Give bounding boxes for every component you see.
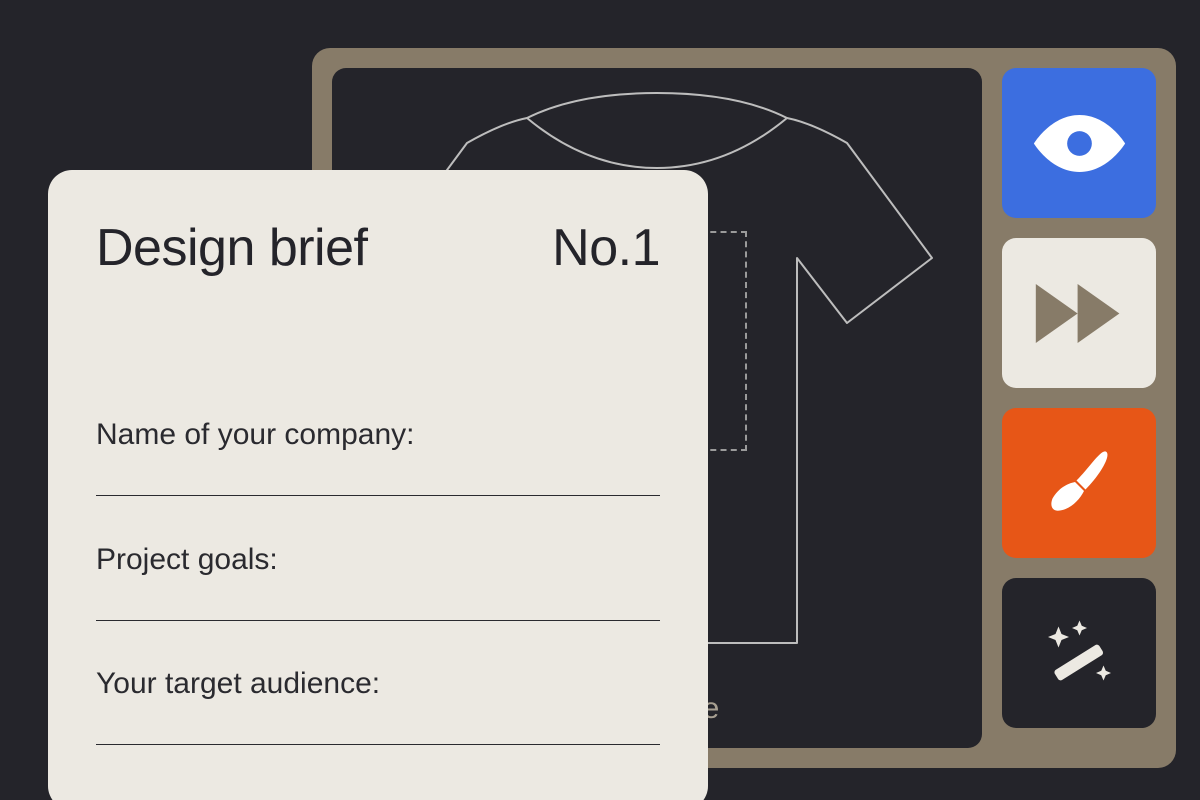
magic-button[interactable] [1002, 578, 1156, 728]
field-goals-input[interactable] [96, 607, 660, 621]
field-audience: Your target audience: [96, 667, 660, 750]
field-goals-label: Project goals: [96, 543, 660, 577]
eye-icon [1032, 106, 1127, 181]
preview-button[interactable] [1002, 68, 1156, 218]
field-audience-label: Your target audience: [96, 667, 660, 701]
tool-column [1002, 68, 1156, 748]
field-audience-input[interactable] [96, 731, 660, 745]
design-brief-card: Design brief No.1 Name of your company: … [48, 170, 708, 800]
brush-icon [1032, 446, 1127, 521]
fast-forward-icon [1032, 276, 1127, 351]
brief-header: Design brief No.1 [96, 218, 660, 278]
field-company-input[interactable] [96, 482, 660, 496]
paint-button[interactable] [1002, 408, 1156, 558]
brief-title: Design brief [96, 218, 367, 278]
brief-number: No.1 [552, 218, 660, 278]
magic-wand-icon [1032, 616, 1127, 691]
field-goals: Project goals: [96, 543, 660, 626]
field-company: Name of your company: [96, 418, 660, 501]
skip-button[interactable] [1002, 238, 1156, 388]
field-company-label: Name of your company: [96, 418, 660, 452]
